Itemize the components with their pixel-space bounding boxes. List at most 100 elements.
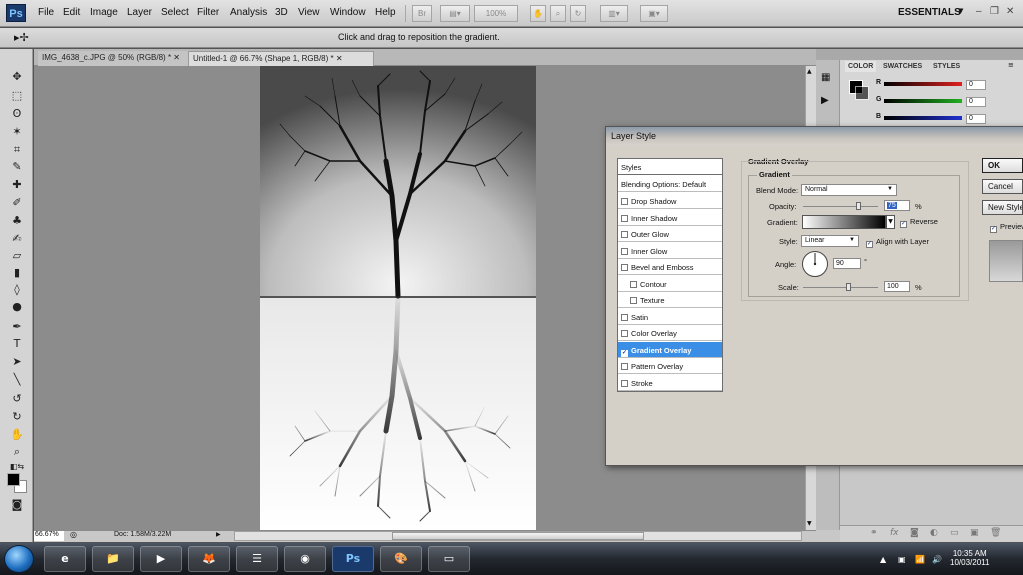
new-style-button[interactable]: New Style... <box>982 200 1023 215</box>
photoshop-logo-icon[interactable]: Ps <box>6 4 26 22</box>
brush-tool-icon[interactable]: ✐ <box>8 196 26 210</box>
horizontal-scroll-thumb[interactable] <box>392 532 644 540</box>
green-channel-field[interactable]: 0 <box>966 97 986 107</box>
menu-3d[interactable]: 3D <box>275 7 288 18</box>
taskbar-app-2[interactable]: ▶ <box>140 546 182 572</box>
restore-icon[interactable]: ❐ <box>990 6 999 17</box>
zoom-icon[interactable]: ⌕ <box>550 5 566 22</box>
gradient-tool-icon[interactable]: ▮ <box>8 266 26 280</box>
styles-header[interactable]: Styles <box>618 159 722 175</box>
status-info-icon[interactable]: ◎ <box>70 530 77 539</box>
taskbar-app-8[interactable]: ▭ <box>428 546 470 572</box>
effect-checkbox[interactable] <box>621 330 628 337</box>
zoom-tool-icon[interactable]: ⌕ <box>8 445 26 459</box>
taskbar-app-1[interactable]: 📁 <box>92 546 134 572</box>
menu-view[interactable]: View <box>298 7 320 18</box>
red-channel-field[interactable]: 0 <box>966 80 986 90</box>
delete-layer-icon[interactable]: 🗑 <box>990 528 1001 538</box>
close-icon[interactable]: ✕ <box>1006 6 1014 17</box>
preview-checkbox-box[interactable]: ✓ <box>990 226 997 233</box>
menu-window[interactable]: Window <box>330 7 366 18</box>
workspace-switcher[interactable]: ESSENTIALS <box>898 7 961 18</box>
effect-checkbox[interactable] <box>621 247 628 255</box>
align-checkbox-box[interactable]: ✓ <box>866 241 873 248</box>
effect-checkbox[interactable] <box>630 297 637 304</box>
history-brush-tool-icon[interactable]: ✍ <box>8 232 26 246</box>
eraser-tool-icon[interactable]: ▱ <box>8 249 26 263</box>
scroll-up-icon[interactable]: ▲ <box>807 68 812 75</box>
effect-checkbox[interactable] <box>621 231 628 238</box>
align-with-layer-checkbox[interactable]: ✓ Align with Layer <box>866 237 929 248</box>
reverse-checkbox-box[interactable]: ✓ <box>900 221 907 228</box>
effect-checkbox[interactable] <box>621 363 628 370</box>
tab-untitled-1[interactable]: Untitled-1 @ 66.7% (Shape 1, RGB/8) * ✕ <box>188 51 374 66</box>
effect-checkbox[interactable] <box>621 214 628 222</box>
effect-item-pattern-overlay[interactable]: Pattern Overlay <box>618 358 722 374</box>
lasso-tool-icon[interactable]: ʘ <box>8 107 26 121</box>
new-layer-icon[interactable]: ▣ <box>970 528 979 538</box>
effect-item-gradient-overlay[interactable]: ✓ Gradient Overlay <box>618 341 722 358</box>
tray-expand-icon[interactable]: ▲ <box>880 555 886 564</box>
pen-tool-icon[interactable]: ✒ <box>8 320 26 334</box>
healing-brush-tool-icon[interactable]: ✚ <box>8 178 26 192</box>
effect-item-outer-glow[interactable]: Outer Glow <box>618 226 722 242</box>
opacity-slider-thumb[interactable] <box>856 202 861 210</box>
quick-mask-icon[interactable]: ◙ <box>8 498 26 512</box>
blue-channel-field[interactable]: 0 <box>966 114 986 124</box>
move-tool-icon[interactable]: ✥ <box>8 70 26 84</box>
green-channel-slider[interactable] <box>884 99 962 103</box>
clone-stamp-tool-icon[interactable]: ♣ <box>8 214 26 228</box>
effect-item-drop-shadow[interactable]: Drop Shadow <box>618 193 722 209</box>
effect-checkbox[interactable] <box>621 198 628 205</box>
background-color-swatch[interactable] <box>855 86 869 100</box>
cancel-button[interactable]: Cancel <box>982 179 1023 194</box>
eyedropper-tool-icon[interactable]: ✎ <box>8 160 26 174</box>
rotate-view-icon[interactable]: ↻ <box>570 5 586 22</box>
taskbar-app-6[interactable]: Ps <box>332 546 374 572</box>
close-icon[interactable]: ✕ <box>173 53 180 62</box>
scale-field[interactable]: 100 <box>884 281 910 292</box>
gradient-dropdown-icon[interactable]: ▼ <box>886 215 895 229</box>
blend-mode-dropdown[interactable]: Normal ▼ <box>801 184 897 196</box>
taskbar-app-4[interactable]: ☰ <box>236 546 278 572</box>
tab-styles[interactable]: STYLES <box>930 61 963 72</box>
status-menu-icon[interactable]: ▶ <box>216 531 221 538</box>
3d-rotate-tool-icon[interactable]: ↺ <box>8 392 26 406</box>
menu-analysis[interactable]: Analysis <box>230 7 267 18</box>
red-channel-slider[interactable] <box>884 82 962 86</box>
menu-layer[interactable]: Layer <box>127 7 152 18</box>
opacity-field[interactable]: 75 <box>884 200 910 211</box>
link-layers-icon[interactable]: ⚭ <box>870 528 878 538</box>
tab-swatches[interactable]: SWATCHES <box>880 61 925 72</box>
effect-checkbox[interactable] <box>621 313 628 321</box>
tab-color[interactable]: COLOR <box>845 61 877 72</box>
effect-item-inner-shadow[interactable]: Inner Shadow <box>618 210 722 226</box>
effect-checkbox[interactable] <box>621 379 628 387</box>
layer-style-icon[interactable]: fx <box>890 528 899 538</box>
blur-tool-icon[interactable]: ◊ <box>8 283 26 297</box>
chevron-down-icon[interactable]: ▼ <box>958 7 963 15</box>
hand-tool-icon[interactable]: ✋ <box>8 428 26 442</box>
style-dropdown[interactable]: Linear ▼ <box>801 235 859 247</box>
document-canvas[interactable] <box>260 66 536 530</box>
effect-item-stroke[interactable]: Stroke <box>618 375 722 391</box>
effect-item-texture[interactable]: Texture <box>618 292 722 308</box>
3d-orbit-tool-icon[interactable]: ↻ <box>8 410 26 424</box>
line-tool-icon[interactable]: ╲ <box>8 373 26 387</box>
taskbar-app-3[interactable]: 🦊 <box>188 546 230 572</box>
dialog-title-bar[interactable]: Layer Style <box>606 127 1023 146</box>
mini-bridge-icon[interactable]: ▦ <box>821 72 830 83</box>
blending-options-item[interactable]: Blending Options: Default <box>618 176 722 192</box>
effect-item-contour[interactable]: Contour <box>618 276 722 292</box>
tray-clock[interactable]: 10:35 AM 10/03/2011 <box>950 549 989 567</box>
angle-dial[interactable] <box>801 250 829 278</box>
menu-filter[interactable]: Filter <box>197 7 219 18</box>
default-colors-icon[interactable]: ◧⇆ <box>8 460 26 474</box>
menu-file[interactable]: File <box>38 7 54 18</box>
move-tool-preset-icon[interactable]: ▸✢ <box>14 31 29 44</box>
screen-mode-icon[interactable]: ▤▾ <box>440 5 470 22</box>
actions-icon[interactable]: ▶ <box>821 95 829 106</box>
minimize-icon[interactable]: – <box>976 6 982 17</box>
adjustment-layer-icon[interactable]: ◐ <box>930 528 938 538</box>
effect-item-inner-glow[interactable]: Inner Glow <box>618 243 722 259</box>
